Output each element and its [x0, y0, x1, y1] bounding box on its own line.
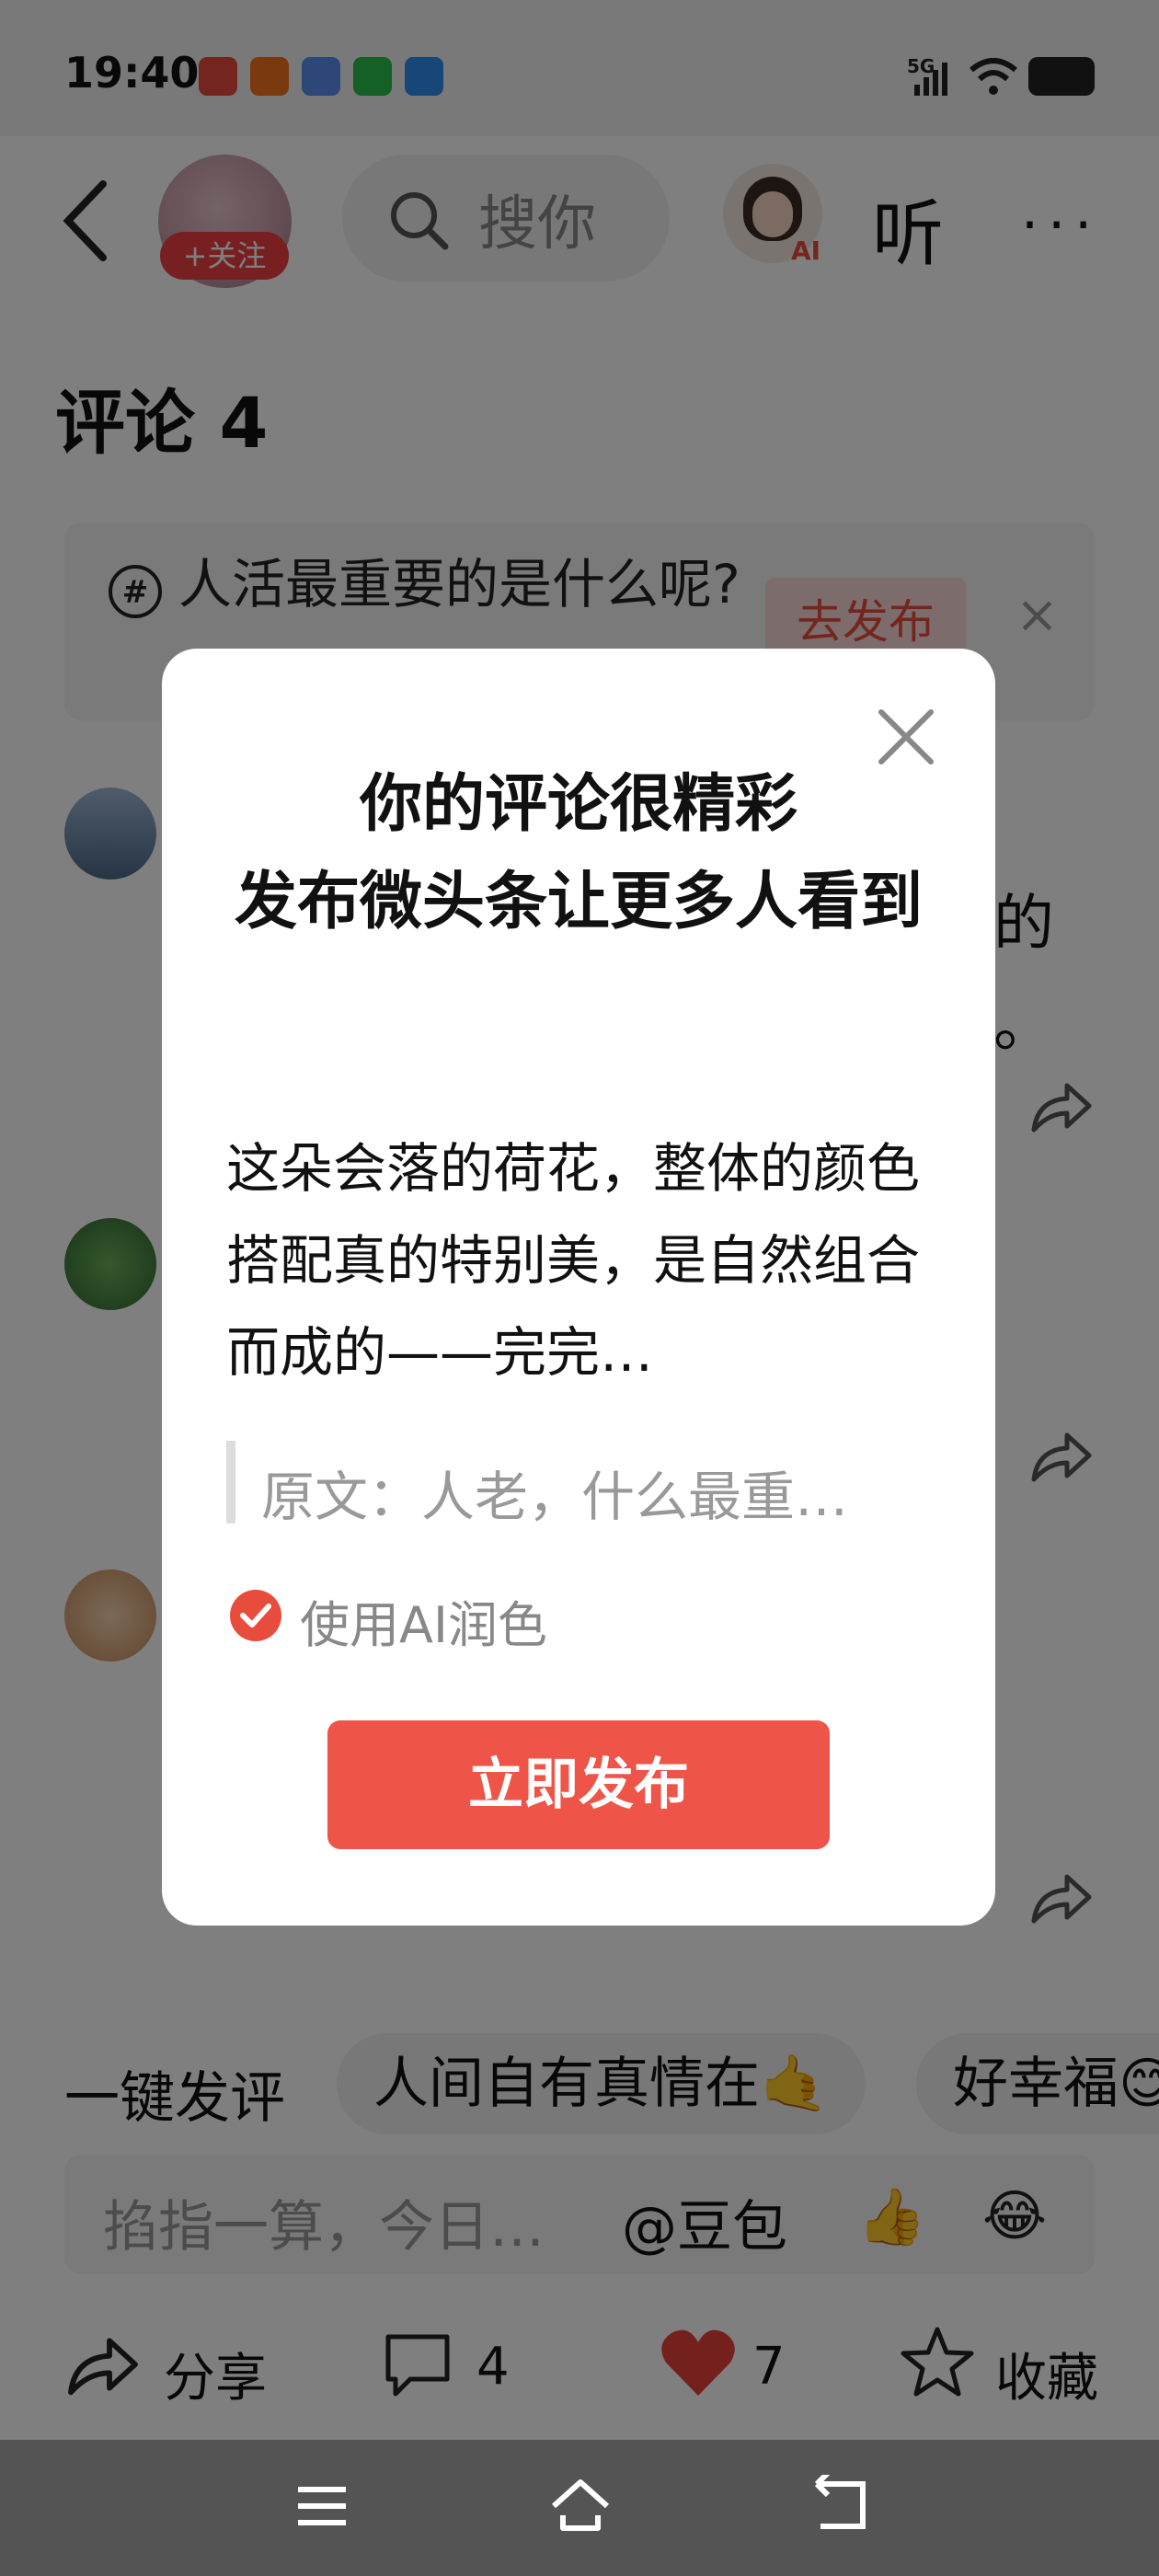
dialog-suggested-text: 这朵会落的荷花，整体的颜色搭配真的特别美，是自然组合而成的——完完… [226, 1137, 921, 1384]
menu-icon[interactable] [294, 2480, 350, 2532]
back-nav-icon[interactable] [809, 2475, 870, 2536]
publish-now-button[interactable]: 立即发布 [327, 1720, 830, 1849]
ai-polish-checkbox[interactable] [230, 1590, 281, 1641]
ai-polish-label[interactable]: 使用AI润色 [300, 1584, 547, 1657]
quote-bar [226, 1441, 235, 1524]
original-comment-quote: 原文：人老，什么最重… [261, 1466, 849, 1528]
check-icon [240, 1604, 271, 1627]
home-icon[interactable] [548, 2475, 613, 2536]
dialog-title: 你的评论很精彩 发布微头条让更多人看到 [234, 768, 923, 938]
